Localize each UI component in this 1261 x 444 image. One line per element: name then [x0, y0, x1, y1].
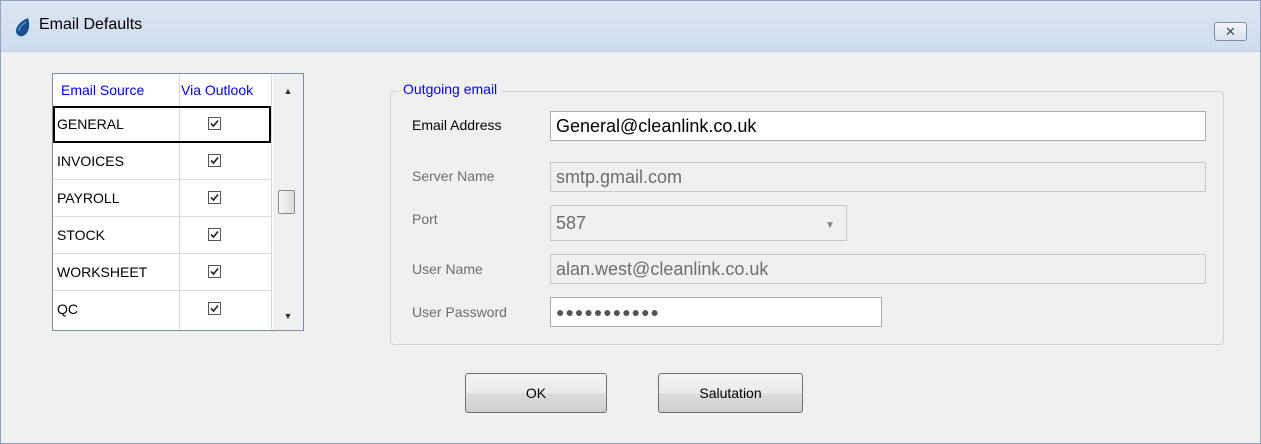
checkmark-icon [210, 230, 219, 239]
email-source-cell[interactable]: STOCK [57, 217, 105, 253]
ok-button[interactable]: OK [465, 373, 607, 413]
column-header-email-source[interactable]: Email Source [61, 74, 144, 106]
email-address-label: Email Address [412, 117, 502, 133]
email-defaults-window: Email Defaults ✕ Email Source Via Outloo… [0, 0, 1261, 444]
column-header-via-outlook[interactable]: Via Outlook [181, 74, 253, 106]
column-divider [271, 74, 272, 330]
grid-header: Email Source Via Outlook [53, 74, 273, 106]
email-source-cell[interactable]: INVOICES [57, 143, 124, 179]
email-source-grid[interactable]: Email Source Via Outlook GENERAL INVOICE… [52, 73, 304, 331]
checkmark-icon [210, 267, 219, 276]
server-name-label: Server Name [412, 168, 495, 184]
via-outlook-checkbox[interactable] [208, 191, 221, 204]
selection-outline [53, 106, 271, 143]
user-password-field[interactable]: ●●●●●●●●●●● [550, 297, 882, 327]
email-source-cell[interactable]: PAYROLL [57, 180, 120, 216]
email-source-cell[interactable]: WORKSHEET [57, 254, 147, 290]
scroll-down-icon[interactable]: ▼ [281, 309, 295, 323]
via-outlook-checkbox[interactable] [208, 154, 221, 167]
via-outlook-checkbox[interactable] [208, 228, 221, 241]
grid-scrollbar[interactable]: ▲ ▼ [273, 74, 303, 330]
table-row[interactable]: GENERAL [53, 106, 271, 143]
window-title: Email Defaults [39, 16, 143, 33]
scroll-up-icon[interactable]: ▲ [281, 84, 295, 98]
scroll-thumb[interactable] [278, 190, 295, 214]
port-combobox[interactable]: 587 [550, 205, 847, 241]
via-outlook-checkbox[interactable] [208, 302, 221, 315]
title-bar: Email Defaults ✕ [1, 1, 1260, 52]
checkmark-icon [210, 193, 219, 202]
table-row[interactable]: WORKSHEET [53, 254, 271, 291]
close-button[interactable]: ✕ [1214, 22, 1247, 41]
server-name-field[interactable]: smtp.gmail.com [550, 162, 1206, 192]
blue-drop-icon [16, 18, 30, 37]
table-row[interactable]: QC [53, 291, 271, 328]
close-icon: ✕ [1225, 24, 1236, 39]
checkmark-icon [210, 304, 219, 313]
email-address-field[interactable]: General@cleanlink.co.uk [550, 111, 1206, 141]
port-label: Port [412, 211, 438, 227]
chevron-down-icon[interactable]: ▼ [825, 220, 835, 231]
table-row[interactable]: PAYROLL [53, 180, 271, 217]
outgoing-email-legend: Outgoing email [399, 81, 502, 97]
user-password-label: User Password [412, 304, 507, 320]
table-row[interactable]: STOCK [53, 217, 271, 254]
salutation-button[interactable]: Salutation [658, 373, 803, 413]
user-name-field[interactable]: alan.west@cleanlink.co.uk [550, 254, 1206, 284]
table-row[interactable]: INVOICES [53, 143, 271, 180]
user-name-label: User Name [412, 261, 483, 277]
email-source-cell[interactable]: QC [57, 291, 78, 327]
via-outlook-checkbox[interactable] [208, 265, 221, 278]
checkmark-icon [210, 156, 219, 165]
